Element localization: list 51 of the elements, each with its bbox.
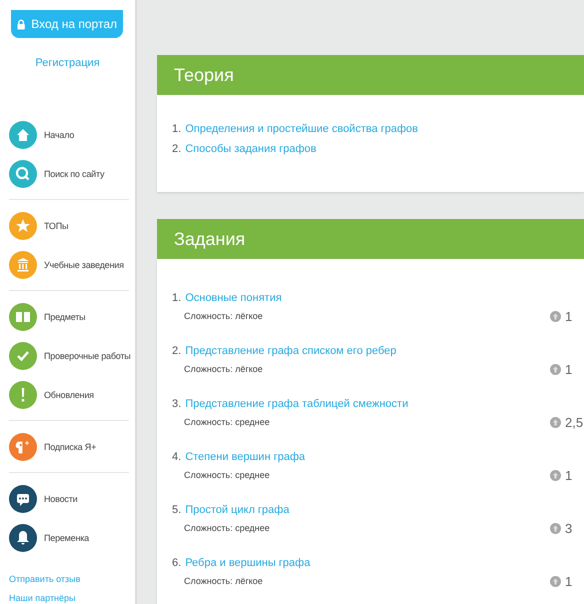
nav-item[interactable]: Новости <box>9 479 129 518</box>
points-icon <box>550 470 561 481</box>
points-value: 2,5 <box>565 415 584 430</box>
difficulty-label: Сложность: среднее <box>183 523 271 533</box>
nav-item[interactable]: Начало <box>9 115 129 154</box>
task-link[interactable]: Степени вершин графа <box>185 451 305 463</box>
points-icon <box>550 417 561 428</box>
difficulty-label: Сложность: среднее <box>183 470 271 480</box>
difficulty-label: Сложность: лёгкое <box>183 364 264 374</box>
task-link[interactable]: Ребра и вершины графа <box>185 557 310 569</box>
points-value: 1 <box>565 309 572 324</box>
item-number: 1. <box>172 123 182 135</box>
nav-item[interactable]: Учебные заведения <box>9 245 129 284</box>
item-number: 1. <box>172 292 182 304</box>
nav-item[interactable]: Поиск по сайту <box>9 154 129 193</box>
nav-item[interactable]: ТОПы <box>9 206 129 245</box>
points-value: 3 <box>565 521 572 536</box>
points-icon <box>550 576 561 587</box>
points-value: 1 <box>565 362 572 377</box>
difficulty-label: Сложность: среднее <box>183 417 271 427</box>
login-button[interactable]: Вход на портал <box>11 10 123 38</box>
lock-icon <box>17 18 26 30</box>
item-number: 2. <box>172 143 182 155</box>
theory-link[interactable]: Способы задания графов <box>185 143 316 155</box>
points-value: 1 <box>565 574 572 589</box>
item-number: 2. <box>172 345 182 357</box>
section-header: Задания <box>157 219 584 259</box>
task-link[interactable]: Представление графа списком его ребер <box>185 345 396 357</box>
nav-item[interactable]: Предметы <box>9 297 129 336</box>
item-number: 5. <box>172 504 182 516</box>
task-link[interactable]: Простой цикл графа <box>185 504 290 516</box>
nav-item[interactable]: Подписка Я+ <box>9 427 129 466</box>
footer-link[interactable]: Отправить отзыв <box>9 574 135 585</box>
item-number: 6. <box>172 557 182 569</box>
theory-link[interactable]: Определения и простейшие свойства графов <box>185 123 418 135</box>
points-value: 1 <box>565 468 572 483</box>
difficulty-label: Сложность: лёгкое <box>183 311 264 321</box>
item-number: 4. <box>172 451 182 463</box>
task-link[interactable]: Представление графа таблицей смежности <box>185 398 408 410</box>
difficulty-label: Сложность: лёгкое <box>183 576 264 586</box>
task-link[interactable]: Основные понятия <box>185 292 282 304</box>
nav-item[interactable]: Обновления <box>9 375 129 414</box>
points-icon <box>550 311 561 322</box>
section-header: Теория <box>157 55 584 95</box>
points-icon <box>550 364 561 375</box>
item-number: 3. <box>172 398 182 410</box>
footer-link[interactable]: Наши партнёры <box>9 593 135 604</box>
nav-item[interactable]: Переменка <box>9 518 129 557</box>
register-link[interactable]: Регистрация <box>35 57 100 69</box>
points-icon <box>550 523 561 534</box>
nav-item[interactable]: Проверочные работы <box>9 336 129 375</box>
